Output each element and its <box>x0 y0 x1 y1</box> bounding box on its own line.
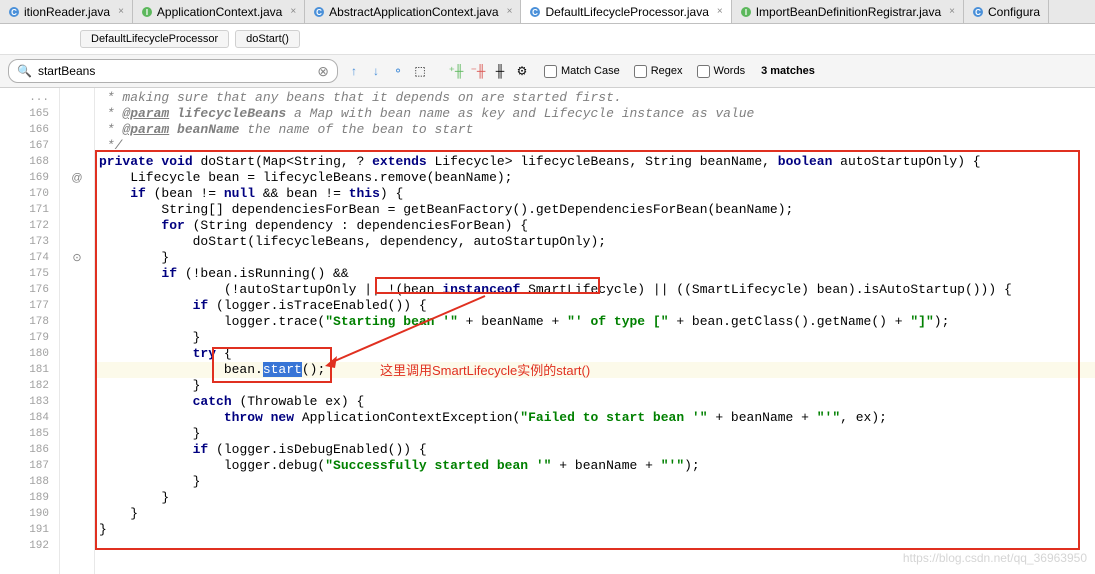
code-line: } <box>95 378 1095 394</box>
code-line: if (logger.isTraceEnabled()) { <box>95 298 1095 314</box>
next-match-icon[interactable]: ↓ <box>368 63 384 79</box>
filter-icon[interactable]: ⚬ <box>390 63 406 79</box>
code-line: logger.debug("Successfully started bean … <box>95 458 1095 474</box>
arrow-icon <box>325 288 495 368</box>
code-line: Lifecycle bean = lifecycleBeans.remove(b… <box>95 170 1095 186</box>
select-occurrences-icon[interactable]: ╫ <box>492 63 508 79</box>
tab-2[interactable]: C AbstractApplicationContext.java × <box>305 0 521 23</box>
code-line: */ <box>95 138 1095 154</box>
match-count: 3 matches <box>761 65 815 77</box>
search-box: 🔍 ⊗ <box>8 59 338 83</box>
code-line: for (String dependency : dependenciesFor… <box>95 218 1095 234</box>
select-all-icon[interactable]: ⬚ <box>412 63 428 79</box>
annotation-text: 这里调用SmartLifecycle实例的start() <box>380 360 590 379</box>
code-line: } <box>95 330 1095 346</box>
interface-icon: I <box>740 6 752 18</box>
clear-icon[interactable]: ⊗ <box>317 63 329 80</box>
line-numbers: ...1651661671681691701711721731741751761… <box>0 88 60 574</box>
code-line: * @param beanName the name of the bean t… <box>95 122 1095 138</box>
svg-text:I: I <box>745 8 747 17</box>
close-icon[interactable]: × <box>713 6 723 17</box>
remove-selection-icon[interactable]: ⁻╫ <box>470 63 486 79</box>
words-checkbox[interactable]: Words <box>697 65 746 78</box>
code-line: * making sure that any beans that it dep… <box>95 90 1095 106</box>
class-icon: C <box>529 6 541 18</box>
search-input[interactable] <box>32 62 317 80</box>
tab-label: ImportBeanDefinitionRegistrar.java <box>756 5 941 19</box>
match-case-checkbox[interactable]: Match Case <box>544 65 620 78</box>
watermark: https://blog.csdn.net/qq_36963950 <box>903 551 1087 565</box>
code-line: } <box>95 522 1095 538</box>
code-line: private void doStart(Map<String, ? exten… <box>95 154 1095 170</box>
svg-text:I: I <box>146 8 148 17</box>
tab-label: itionReader.java <box>24 5 110 19</box>
code-line: if (bean != null && bean != this) { <box>95 186 1095 202</box>
search-icon: 🔍 <box>17 64 32 78</box>
tab-label: AbstractApplicationContext.java <box>329 5 498 19</box>
code-line: catch (Throwable ex) { <box>95 394 1095 410</box>
tab-0[interactable]: CitionReader.java × <box>0 0 133 23</box>
tab-1[interactable]: I ApplicationContext.java × <box>133 0 305 23</box>
tab-5[interactable]: C Configura <box>964 0 1049 23</box>
code-line: bean.start(); <box>95 362 1095 378</box>
settings-icon[interactable]: ⚙ <box>514 63 530 79</box>
code-line: if (logger.isDebugEnabled()) { <box>95 442 1095 458</box>
breadcrumbs: DefaultLifecycleProcessor doStart() <box>0 24 1095 55</box>
interface-icon: I <box>141 6 153 18</box>
gutter-marks: @⊙ <box>60 88 95 574</box>
tab-label: ApplicationContext.java <box>157 5 282 19</box>
code-line: String[] dependenciesForBean = getBeanFa… <box>95 202 1095 218</box>
code-line: } <box>95 474 1095 490</box>
tab-label: DefaultLifecycleProcessor.java <box>545 5 708 19</box>
code-line: try { <box>95 346 1095 362</box>
code-line: } <box>95 426 1095 442</box>
close-icon[interactable]: × <box>945 6 955 17</box>
close-icon[interactable]: × <box>114 6 124 17</box>
svg-text:C: C <box>11 8 17 17</box>
regex-checkbox[interactable]: Regex <box>634 65 683 78</box>
code-line: (!autoStartupOnly || !(bean instanceof S… <box>95 282 1095 298</box>
code-line: } <box>95 490 1095 506</box>
search-bar: 🔍 ⊗ ↑ ↓ ⚬ ⬚ ⁺╫ ⁻╫ ╫ ⚙ Match Case Regex W… <box>0 55 1095 88</box>
tab-4[interactable]: I ImportBeanDefinitionRegistrar.java × <box>732 0 964 23</box>
close-icon[interactable]: × <box>286 6 296 17</box>
code-line: doStart(lifecycleBeans, dependency, auto… <box>95 234 1095 250</box>
tab-label: Configura <box>988 5 1040 19</box>
code-line: logger.trace("Starting bean '" + beanNam… <box>95 314 1095 330</box>
code-line: throw new ApplicationContextException("F… <box>95 410 1095 426</box>
breadcrumb-class[interactable]: DefaultLifecycleProcessor <box>80 30 229 48</box>
code-pane[interactable]: * making sure that any beans that it dep… <box>95 88 1095 574</box>
editor-tabs: CitionReader.java × I ApplicationContext.j… <box>0 0 1095 24</box>
tab-3[interactable]: C DefaultLifecycleProcessor.java × <box>521 0 731 23</box>
code-line: * @param lifecycleBeans a Map with bean … <box>95 106 1095 122</box>
add-selection-icon[interactable]: ⁺╫ <box>448 63 464 79</box>
close-icon[interactable]: × <box>503 6 513 17</box>
svg-text:C: C <box>316 8 322 17</box>
svg-text:C: C <box>533 8 539 17</box>
class-icon: C <box>972 6 984 18</box>
breadcrumb-method[interactable]: doStart() <box>235 30 300 48</box>
search-toolbar: ↑ ↓ ⚬ ⬚ ⁺╫ ⁻╫ ╫ ⚙ <box>346 63 530 79</box>
code-line: if (!bean.isRunning() && <box>95 266 1095 282</box>
svg-text:C: C <box>975 8 981 17</box>
class-icon: C <box>8 6 20 18</box>
code-line: } <box>95 506 1095 522</box>
editor-area: ...1651661671681691701711721731741751761… <box>0 88 1095 574</box>
code-line: } <box>95 250 1095 266</box>
prev-match-icon[interactable]: ↑ <box>346 63 362 79</box>
class-icon: C <box>313 6 325 18</box>
